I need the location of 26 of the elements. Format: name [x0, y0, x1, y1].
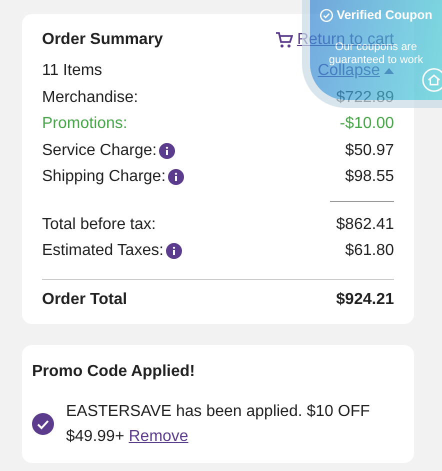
line-label: Shipping Charge:: [42, 168, 166, 186]
line-label: Estimated Taxes:: [42, 242, 164, 260]
order-total-amount: $924.21: [336, 290, 394, 308]
remove-link[interactable]: Remove: [128, 428, 188, 444]
line-label: Merchandise:: [42, 88, 138, 107]
line-label: Total before tax:: [42, 216, 156, 234]
line-amount: $862.41: [336, 216, 394, 234]
order-total-label: Order Total: [42, 290, 128, 308]
line-amount: $61.80: [345, 242, 394, 260]
line-amount: -$10.00: [340, 115, 394, 134]
check-icon: [320, 8, 333, 22]
info-icon[interactable]: [168, 169, 184, 186]
cart-icon[interactable]: [275, 31, 294, 49]
info-icon[interactable]: [158, 142, 175, 159]
banner-title: Verified Coupon: [336, 8, 432, 22]
check-icon: [32, 412, 54, 434]
item-count: 11 Items: [42, 62, 102, 80]
line-label: Promotions:: [42, 115, 128, 134]
promo-title: Promo Code Applied!: [32, 362, 196, 380]
promo-message: EASTERSAVE has been applied. $10 OFF $49.99+ Remove: [66, 402, 371, 446]
line-amount: $98.55: [345, 168, 394, 186]
info-icon[interactable]: [166, 243, 182, 260]
line-label: Service Charge:: [42, 142, 157, 160]
collapse-link[interactable]: Collapse: [318, 62, 380, 80]
card-title: Order Summary: [42, 31, 163, 49]
line-amount: $50.97: [345, 142, 394, 160]
